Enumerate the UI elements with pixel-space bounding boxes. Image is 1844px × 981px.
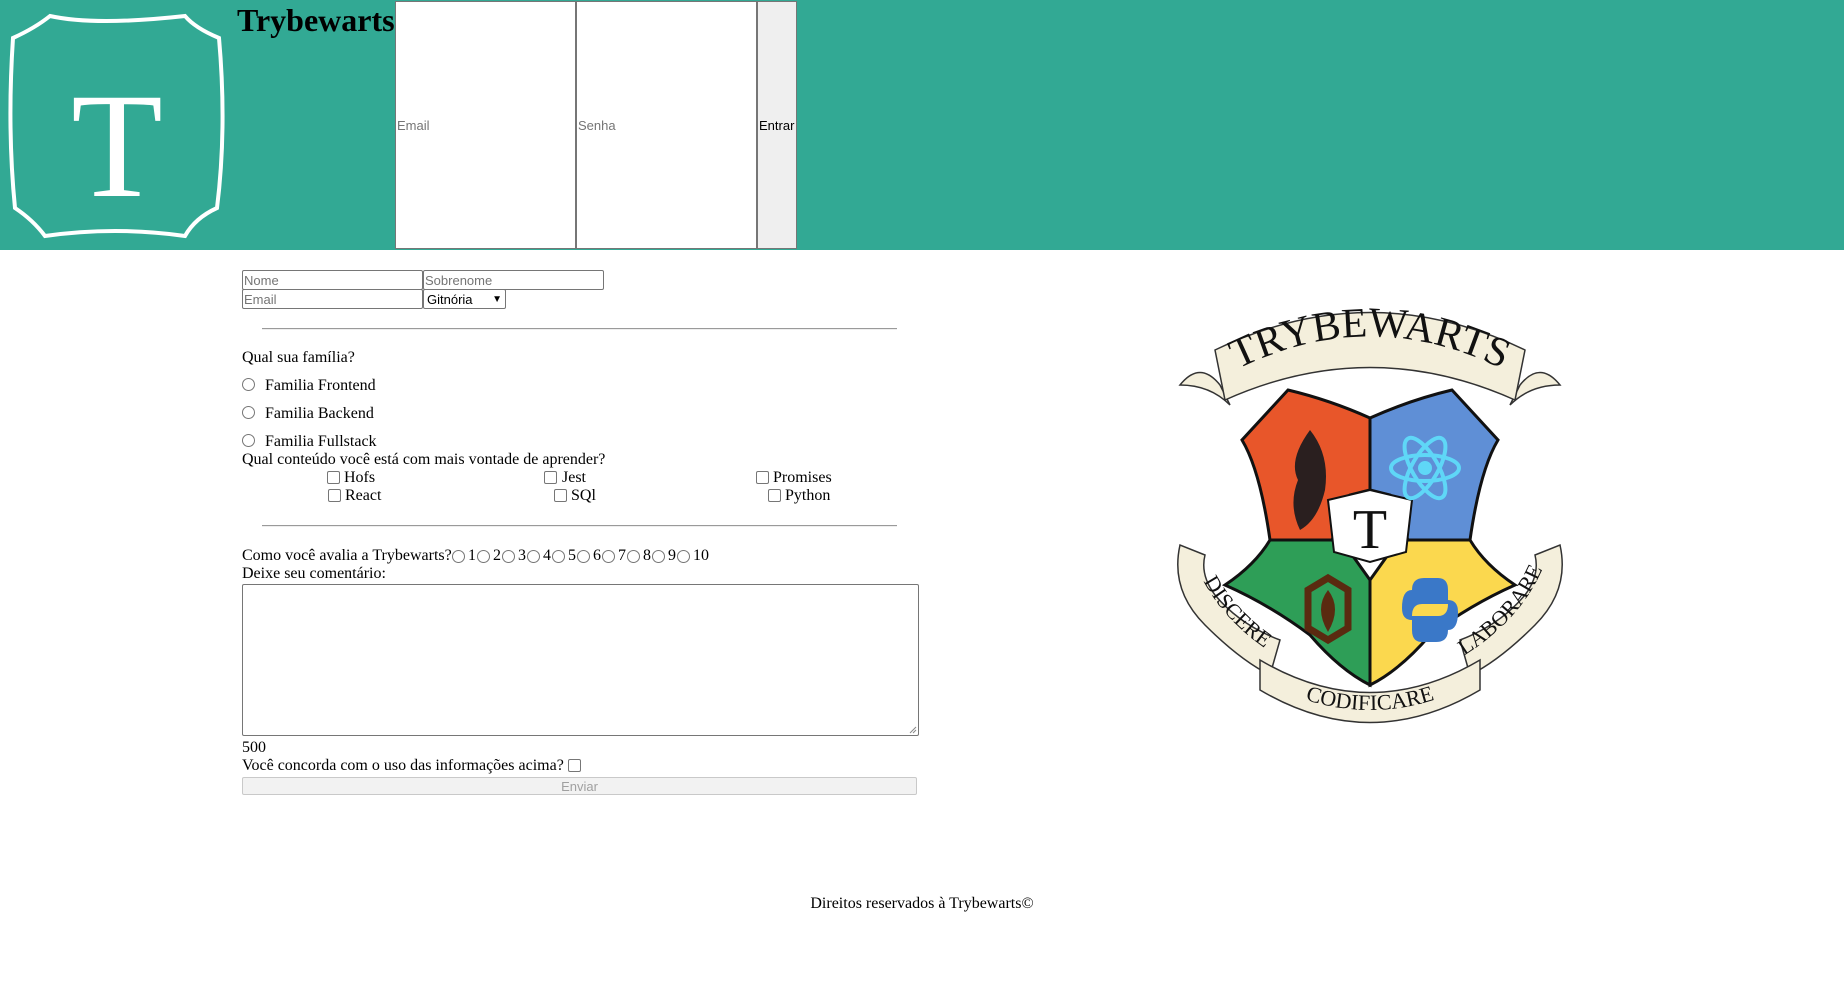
family-label-frontend: Familia Frontend xyxy=(265,377,376,394)
email-input[interactable] xyxy=(242,289,423,309)
name-input[interactable] xyxy=(242,270,423,290)
rating-label-1: 1 xyxy=(468,547,476,564)
family-radio-backend[interactable] xyxy=(242,406,255,419)
copyright-text: Direitos reservados à Trybewarts© xyxy=(810,895,1034,912)
submit-button[interactable]: Enviar xyxy=(242,777,917,795)
rating-label-7: 7 xyxy=(618,547,626,564)
agreement-checkbox[interactable] xyxy=(568,759,581,772)
rating-radio-2[interactable] xyxy=(477,550,490,563)
resize-handle-icon[interactable] xyxy=(909,726,917,734)
family-question: Qual sua família? xyxy=(242,349,355,366)
house-select[interactable]: Gitnória ▼ xyxy=(423,289,506,309)
rating-label-3: 3 xyxy=(518,547,526,564)
rating-radio-6[interactable] xyxy=(577,550,590,563)
trybewarts-logo: T xyxy=(8,13,225,239)
family-radio-fullstack[interactable] xyxy=(242,434,255,447)
content-checkbox-python[interactable] xyxy=(768,489,781,502)
crest-center-letter: T xyxy=(1353,499,1387,561)
character-counter: 500 xyxy=(242,739,266,756)
rating-radio-8[interactable] xyxy=(627,550,640,563)
divider xyxy=(262,525,897,527)
rating-radio-9[interactable] xyxy=(652,550,665,563)
rating-radio-7[interactable] xyxy=(602,550,615,563)
rating-radio-10[interactable] xyxy=(677,550,690,563)
content-label-promises: Promises xyxy=(773,469,832,486)
family-label-backend: Familia Backend xyxy=(265,405,374,422)
rating-question: Como você avalia a Trybewarts? xyxy=(242,547,452,564)
content-label-hofs: Hofs xyxy=(344,469,376,486)
rating-radio-3[interactable] xyxy=(502,550,515,563)
trybewarts-crest: TRYBEWARTS T DISCERE LABORARE CODIFICARE xyxy=(1177,300,1563,724)
page-header: T Trybewarts Entrar xyxy=(0,0,1844,250)
rating-label-10: 10 xyxy=(693,547,709,564)
family-label-fullstack: Familia Fullstack xyxy=(265,433,377,450)
content-checkbox-jest[interactable] xyxy=(544,471,557,484)
content-label-react: React xyxy=(345,487,382,504)
agreement-label: Você concorda com o uso das informações … xyxy=(242,757,564,774)
content-checkbox-react[interactable] xyxy=(328,489,341,502)
rating-radio-5[interactable] xyxy=(552,550,565,563)
rating-label-6: 6 xyxy=(593,547,601,564)
login-password-input[interactable] xyxy=(576,1,757,249)
login-button[interactable]: Entrar xyxy=(757,1,797,249)
content-checkbox-sql[interactable] xyxy=(554,489,567,502)
rating-radio-1[interactable] xyxy=(452,550,465,563)
comment-label: Deixe seu comentário: xyxy=(242,565,386,582)
rating-label-8: 8 xyxy=(643,547,651,564)
content-checkbox-promises[interactable] xyxy=(756,471,769,484)
page-footer: Direitos reservados à Trybewarts© xyxy=(0,894,1844,914)
rating-label-5: 5 xyxy=(568,547,576,564)
divider xyxy=(262,328,897,330)
lastname-input[interactable] xyxy=(423,270,604,290)
rating-label-9: 9 xyxy=(668,547,676,564)
family-radio-frontend[interactable] xyxy=(242,378,255,391)
content-label-python: Python xyxy=(785,487,831,504)
content-question: Qual conteúdo você está com mais vontade… xyxy=(242,451,606,468)
brand-title: Trybewarts xyxy=(237,2,395,38)
rating-label-4: 4 xyxy=(543,547,551,564)
content-label-sql: SQl xyxy=(571,487,596,504)
rating-radio-4[interactable] xyxy=(527,550,540,563)
comment-textarea[interactable] xyxy=(242,584,919,736)
logo-letter: T xyxy=(71,63,163,229)
content-label-jest: Jest xyxy=(562,469,586,486)
login-email-input[interactable] xyxy=(395,1,576,249)
rating-label-2: 2 xyxy=(493,547,501,564)
chevron-down-icon: ▼ xyxy=(492,293,502,305)
content-checkbox-hofs[interactable] xyxy=(327,471,340,484)
house-select-value: Gitnória xyxy=(427,291,473,307)
